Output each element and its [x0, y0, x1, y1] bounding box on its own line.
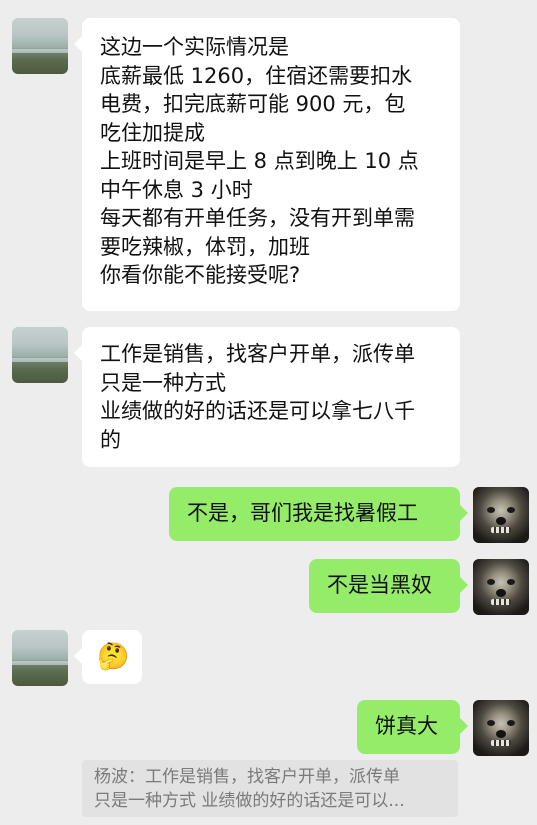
- message-text-line: 这边一个实际情况是: [100, 35, 289, 59]
- message-text-line: 上班时间是早上 8 点到晚上 10 点: [100, 149, 419, 173]
- thinking-face-icon: 🤔: [97, 642, 130, 672]
- avatar-sea-decoration: [12, 358, 68, 362]
- avatar-dog-decoration: [496, 730, 506, 738]
- quoted-message[interactable]: 杨波：工作是销售，找客户开单，派传单 只是一种方式 业绩做的好的话还是可以...: [82, 760, 458, 817]
- avatar-dog-decoration: [487, 720, 495, 726]
- message-text: 不是，哥们我是找暑假工: [187, 501, 418, 525]
- my-avatar[interactable]: [473, 487, 529, 543]
- message-bubble-received[interactable]: 工作是销售，找客户开单，派传单 只是一种方式 业绩做的好的话还是可以拿七八千 的: [74, 327, 460, 467]
- avatar-dog-decoration: [507, 507, 515, 513]
- my-avatar[interactable]: [473, 700, 529, 756]
- avatar-dog-decoration: [507, 579, 515, 585]
- contact-avatar[interactable]: [12, 18, 68, 74]
- message-bubble-received[interactable]: 这边一个实际情况是 底薪最低 1260，住宿还需要扣水 电费，扣完底薪可能 90…: [74, 18, 460, 311]
- avatar-dog-decoration: [496, 589, 506, 597]
- message-bubble-sent[interactable]: 不是当黑奴: [309, 559, 468, 613]
- avatar-dog-decoration: [487, 579, 495, 585]
- message-text-line: 业绩做的好的话还是可以拿七八千: [100, 399, 415, 423]
- avatar-sea-decoration: [12, 49, 68, 53]
- avatar-dog-decoration: [491, 527, 511, 533]
- avatar-dog-decoration: [496, 517, 506, 525]
- quoted-message-line: 杨波：工作是销售，找客户开单，派传单: [94, 767, 400, 787]
- message-text-line: 工作是销售，找客户开单，派传单: [100, 342, 415, 366]
- message-bubble-received[interactable]: 🤔: [74, 630, 142, 684]
- my-avatar[interactable]: [473, 559, 529, 615]
- message-text: 不是当黑奴: [327, 573, 432, 597]
- message-bubble-sent[interactable]: 饼真大: [357, 700, 468, 754]
- message-text-line: 电费，扣完底薪可能 900 元，包: [100, 92, 406, 116]
- message-text-line: 底薪最低 1260，住宿还需要扣水: [100, 63, 413, 88]
- avatar-dog-decoration: [487, 507, 495, 513]
- message-text-line: 的: [100, 427, 121, 452]
- message-text-line: 要吃辣椒，体罚，加班: [100, 234, 310, 259]
- avatar-sea-decoration: [12, 661, 68, 665]
- quoted-message-line: 只是一种方式 业绩做的好的话还是可以...: [94, 791, 405, 811]
- avatar-dog-decoration: [491, 740, 511, 746]
- message-text-line: 吃住加提成: [100, 120, 205, 145]
- message-text-line: 每天都有开单任务，没有开到单需: [100, 206, 415, 230]
- message-bubble-sent[interactable]: 不是，哥们我是找暑假工: [169, 487, 468, 541]
- message-text-line: 只是一种方式: [100, 370, 226, 395]
- message-text-line: 中午休息 3 小时: [100, 177, 253, 202]
- avatar-dog-decoration: [491, 599, 511, 605]
- avatar-dog-decoration: [507, 720, 515, 726]
- contact-avatar[interactable]: [12, 327, 68, 383]
- contact-avatar[interactable]: [12, 630, 68, 686]
- message-text: 饼真大: [375, 714, 438, 738]
- message-text-line: 你看你能不能接受呢?: [100, 263, 301, 287]
